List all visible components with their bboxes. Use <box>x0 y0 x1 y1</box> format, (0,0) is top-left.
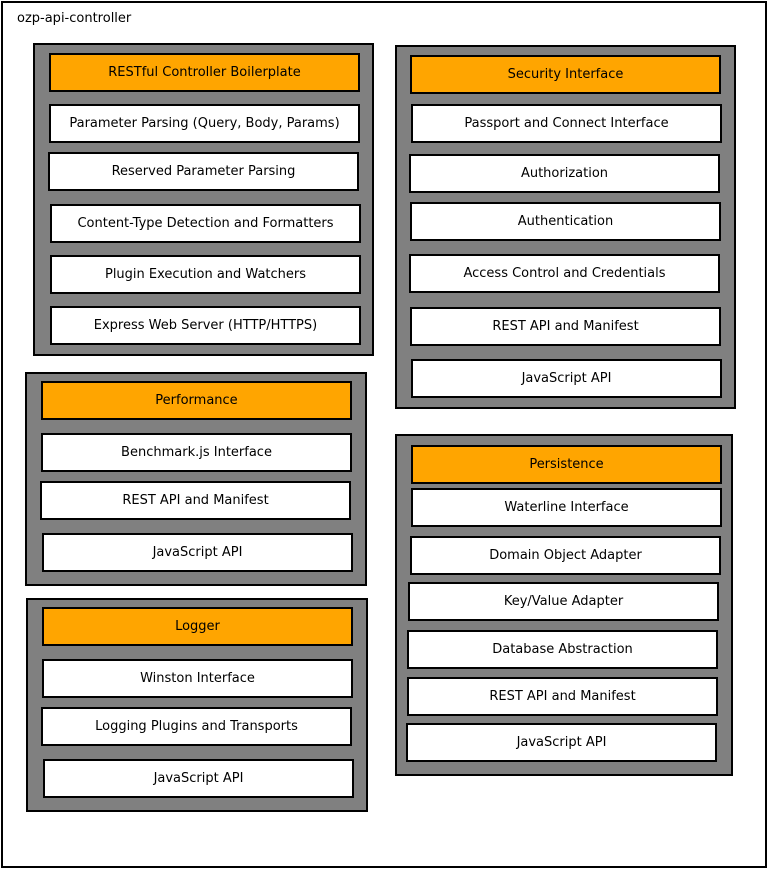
security-item-authorization: Authorization <box>409 154 720 193</box>
logger-item-logging-plugins: Logging Plugins and Transports <box>41 707 352 746</box>
restful-item-plugin-execution: Plugin Execution and Watchers <box>50 255 361 294</box>
restful-item-content-type: Content-Type Detection and Formatters <box>50 204 361 243</box>
persistence-item-rest-api: REST API and Manifest <box>407 677 718 716</box>
persistence-item-waterline: Waterline Interface <box>411 488 722 527</box>
diagram-title: ozp-api-controller <box>17 11 132 26</box>
logger-header: Logger <box>42 607 353 646</box>
security-item-rest-api: REST API and Manifest <box>410 307 721 346</box>
persistence-header: Persistence <box>411 445 722 484</box>
restful-item-express-web-server: Express Web Server (HTTP/HTTPS) <box>50 306 361 345</box>
logger-item-winston: Winston Interface <box>42 659 353 698</box>
security-item-passport: Passport and Connect Interface <box>411 104 722 143</box>
restful-item-parameter-parsing: Parameter Parsing (Query, Body, Params) <box>49 104 360 143</box>
persistence-item-javascript-api: JavaScript API <box>406 723 717 762</box>
performance-item-benchmark: Benchmark.js Interface <box>41 433 352 472</box>
security-interface-header: Security Interface <box>410 55 721 94</box>
security-item-access-control: Access Control and Credentials <box>409 254 720 293</box>
persistence-item-key-value: Key/Value Adapter <box>408 582 719 621</box>
security-item-javascript-api: JavaScript API <box>411 359 722 398</box>
performance-item-javascript-api: JavaScript API <box>42 533 353 572</box>
restful-item-reserved-parameter-parsing: Reserved Parameter Parsing <box>48 152 359 191</box>
logger-item-javascript-api: JavaScript API <box>43 759 354 798</box>
persistence-item-domain-object: Domain Object Adapter <box>410 536 721 575</box>
performance-item-rest-api: REST API and Manifest <box>40 481 351 520</box>
performance-header: Performance <box>41 381 352 420</box>
restful-controller-header: RESTful Controller Boilerplate <box>49 53 360 92</box>
security-item-authentication: Authentication <box>410 202 721 241</box>
persistence-item-database-abstraction: Database Abstraction <box>407 630 718 669</box>
